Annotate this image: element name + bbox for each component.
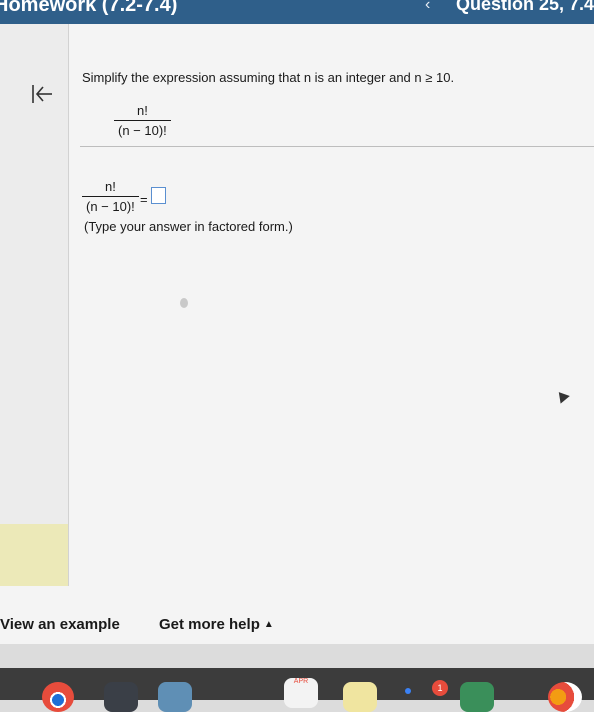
top-bar: Homework (7.2-7.4) ‹ Question 25, 7.4. bbox=[0, 0, 594, 24]
running-indicator-dot bbox=[405, 688, 411, 694]
answer-input[interactable] bbox=[151, 187, 166, 204]
screen-smudge bbox=[180, 298, 188, 308]
get-more-help-button[interactable]: Get more help ▲ bbox=[159, 616, 274, 633]
answer-expression: n! (n − 10)! bbox=[82, 179, 139, 214]
problem-expression: n! (n − 10)! bbox=[114, 103, 171, 138]
assignment-title: Homework (7.2-7.4) bbox=[0, 0, 178, 16]
photos-app-icon[interactable] bbox=[548, 682, 582, 712]
question-page: Simplify the expression assuming that n … bbox=[0, 24, 594, 644]
previous-question-chevron-icon[interactable]: ‹ bbox=[425, 0, 430, 14]
answer-denominator: (n − 10)! bbox=[82, 196, 139, 214]
chrome-icon[interactable] bbox=[42, 682, 74, 712]
launchpad-rocket-icon[interactable] bbox=[104, 682, 138, 712]
get-more-help-label: Get more help bbox=[159, 616, 260, 633]
problem-denominator: (n − 10)! bbox=[114, 120, 171, 138]
problem-numerator: n! bbox=[136, 103, 148, 118]
calendar-icon[interactable]: APR bbox=[284, 678, 318, 708]
answer-numerator: n! bbox=[104, 179, 116, 194]
collapse-back-icon[interactable] bbox=[31, 83, 53, 105]
caret-up-icon: ▲ bbox=[263, 619, 274, 630]
mouse-pointer-icon bbox=[554, 388, 570, 404]
question-label: Question 25, 7.4. bbox=[456, 0, 594, 14]
notes-icon[interactable] bbox=[343, 682, 377, 712]
dock: APR 1 bbox=[0, 668, 594, 712]
problem-prompt: Simplify the expression assuming that n … bbox=[82, 70, 455, 85]
equals-sign: = bbox=[140, 192, 148, 207]
notification-badge: 1 bbox=[432, 680, 448, 696]
left-panel bbox=[0, 24, 69, 586]
preview-app-icon[interactable] bbox=[158, 682, 192, 712]
view-example-link[interactable]: View an example bbox=[0, 616, 120, 633]
numbers-app-icon[interactable] bbox=[460, 682, 494, 712]
answer-hint: (Type your answer in factored form.) bbox=[84, 219, 293, 234]
section-divider bbox=[80, 146, 594, 147]
calendar-month: APR bbox=[293, 678, 309, 685]
left-panel-highlight bbox=[0, 524, 68, 586]
